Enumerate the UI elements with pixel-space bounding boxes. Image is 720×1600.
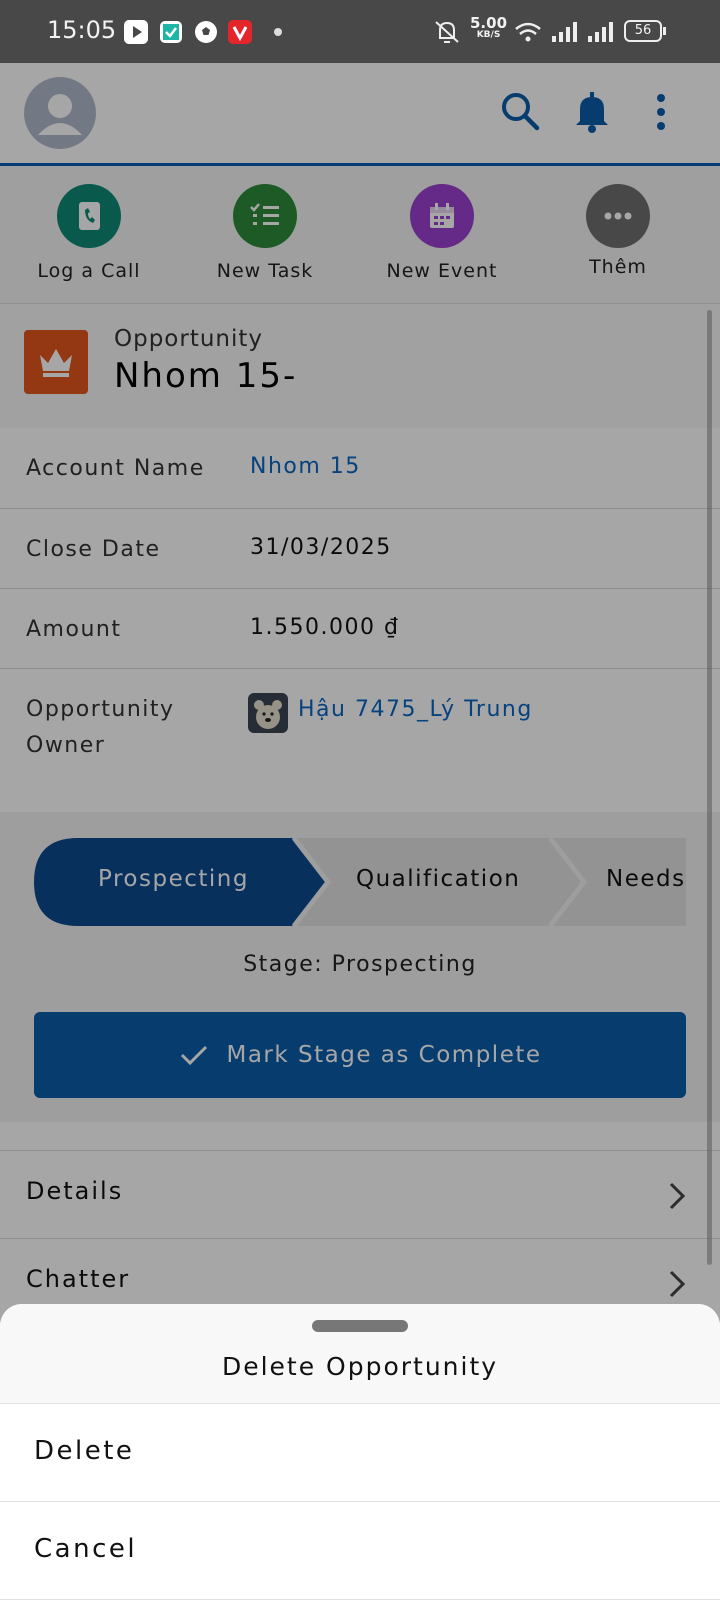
scrollbar[interactable] [707,310,712,1265]
checkbox-app-icon [160,21,182,43]
drag-handle[interactable] [312,1320,408,1332]
youtube-icon [124,20,148,44]
net-speed: 5.00 KB/S [470,14,508,40]
mute-icon [432,18,462,50]
sheet-header: Delete Opportunity [0,1304,720,1404]
delete-option[interactable]: Delete [0,1404,720,1502]
signal-icon-2 [586,20,614,48]
cancel-label: Cancel [34,1534,138,1564]
delete-label: Delete [34,1436,135,1466]
battery-icon: 56 [624,20,662,42]
status-bar: 15:05 5.00 KB/S 56 [0,0,720,63]
sheet-title: Delete Opportunity [221,1352,499,1381]
notification-dot-icon [274,28,282,36]
action-bottom-sheet: Delete Opportunity Delete Cancel [0,1304,720,1600]
signal-icon-1 [550,20,578,48]
vivaldi-icon [228,20,252,44]
wifi-icon [514,20,542,48]
status-time: 15:05 [47,16,117,44]
cancel-option[interactable]: Cancel [0,1502,720,1600]
battery-level: 56 [634,23,652,38]
soccer-ball-icon [194,20,218,44]
